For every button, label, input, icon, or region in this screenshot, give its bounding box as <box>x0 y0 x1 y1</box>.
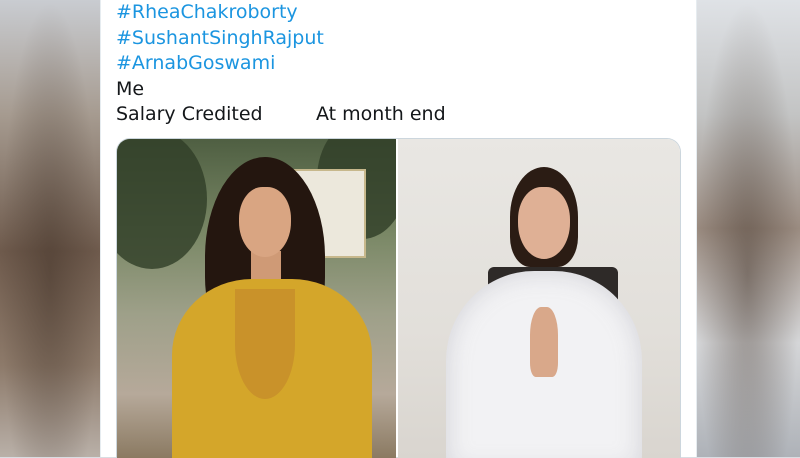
face-shape <box>239 187 291 257</box>
tweet-media-grid <box>116 138 681 458</box>
media-image-left[interactable] <box>117 139 396 458</box>
hashtag-link-arnab[interactable]: #ArnabGoswami <box>116 51 446 77</box>
hashtag-link-rhea[interactable]: #RheaChakroborty <box>116 0 446 26</box>
tweet-line-me: Me <box>116 77 145 100</box>
media-image-right[interactable] <box>398 139 680 458</box>
tweet-card: #RheaChakroborty #SushantSinghRajput #Ar… <box>100 0 697 458</box>
dress-shading <box>235 289 295 399</box>
blurred-background-left <box>0 0 100 457</box>
salary-credited-text: Salary Credited <box>116 103 263 125</box>
month-end-text: At month end <box>316 103 446 125</box>
tweet-line-salary: Salary Credited At month end <box>116 102 446 128</box>
hashtag-link-sushant[interactable]: #SushantSinghRajput <box>116 26 446 52</box>
tweet-text: #RheaChakroborty #SushantSinghRajput #Ar… <box>116 0 446 128</box>
folded-hands-shape <box>530 307 558 377</box>
face-shape <box>518 187 570 259</box>
blurred-background-right <box>695 0 800 457</box>
tree-shape <box>117 139 207 269</box>
